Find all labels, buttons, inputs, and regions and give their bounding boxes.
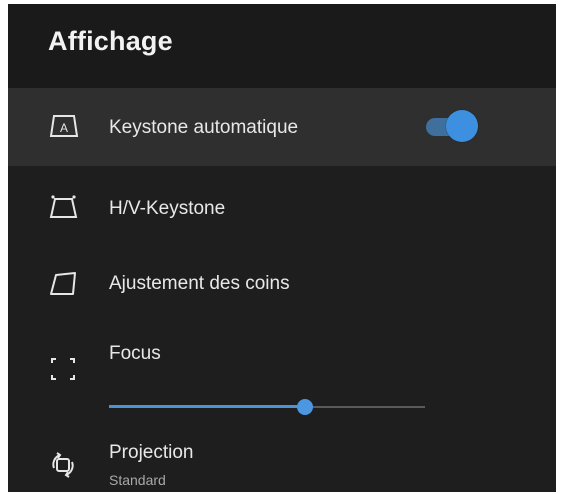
display-settings-screen: Affichage A Keystone automatique H/V-Key… xyxy=(8,4,556,492)
focus-slider[interactable] xyxy=(109,399,425,415)
setting-sublabel: Standard xyxy=(109,472,166,488)
keystone-trapezoid-icon xyxy=(46,190,80,224)
corner-adjust-icon xyxy=(46,266,80,300)
page-title: Affichage xyxy=(48,26,173,56)
setting-label: H/V-Keystone xyxy=(109,198,226,219)
focus-icon xyxy=(46,352,80,386)
setting-label: Ajustement des coins xyxy=(109,273,290,294)
setting-hv-keystone[interactable]: H/V-Keystone xyxy=(8,166,556,244)
slider-fill xyxy=(109,405,305,408)
setting-focus[interactable]: Focus xyxy=(8,318,556,415)
settings-list: A Keystone automatique H/V-Keystone Ajus… xyxy=(8,88,556,492)
svg-text:A: A xyxy=(60,121,68,135)
projection-rotate-icon xyxy=(46,448,80,482)
auto-keystone-icon: A xyxy=(46,110,80,144)
setting-projection[interactable]: Projection Standard xyxy=(8,414,556,492)
slider-knob[interactable] xyxy=(296,399,313,415)
header: Affichage xyxy=(8,4,556,88)
setting-label: Keystone automatique xyxy=(109,117,299,138)
auto-keystone-toggle[interactable] xyxy=(426,108,482,144)
toggle-thumb xyxy=(446,110,478,142)
setting-label: Projection xyxy=(109,442,194,463)
setting-auto-keystone[interactable]: A Keystone automatique xyxy=(8,88,556,166)
setting-label: Focus xyxy=(109,343,161,364)
setting-corner-adjust[interactable]: Ajustement des coins xyxy=(8,244,556,318)
